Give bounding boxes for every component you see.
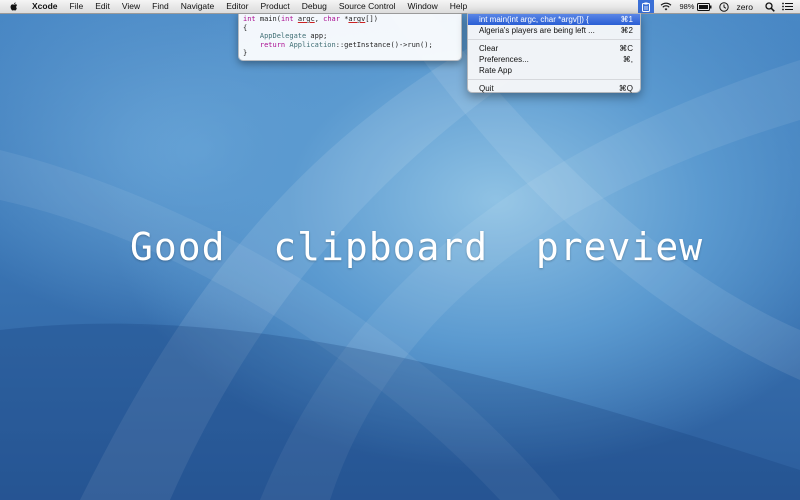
code-line: { xyxy=(243,23,248,32)
notification-center-button[interactable] xyxy=(782,0,793,13)
menu-window[interactable]: Window xyxy=(408,0,438,13)
clipboard-history-item[interactable]: int main(int argc, char *argv[]) { ⌘1 xyxy=(468,14,640,25)
code-line: return Application::getInstance()->run()… xyxy=(243,41,457,50)
spotlight-icon xyxy=(765,1,775,12)
spotlight-button[interactable] xyxy=(765,0,775,13)
menu-product[interactable]: Product xyxy=(260,0,289,13)
wifi-icon xyxy=(661,2,672,11)
time-machine-icon xyxy=(719,1,730,12)
clipboard-dropdown-menu: int main(int argc, char *argv[]) { ⌘1 Al… xyxy=(467,13,641,93)
code-line: int main(int argc, char *argv[]) xyxy=(243,15,457,24)
menu-edit[interactable]: Edit xyxy=(95,0,110,13)
preferences-label: Preferences... xyxy=(479,55,529,64)
menu-view[interactable]: View xyxy=(122,0,140,13)
battery-icon xyxy=(697,2,712,11)
clear-label: Clear xyxy=(479,44,499,53)
code-line-2-text: AppDelegate app; xyxy=(259,32,328,40)
menu-help[interactable]: Help xyxy=(450,0,467,13)
clipboard-menu-button[interactable] xyxy=(638,0,655,13)
menu-editor[interactable]: Editor xyxy=(226,0,248,13)
clipboard-item-label: int main(int argc, char *argv[]) { xyxy=(479,15,589,24)
menu-separator xyxy=(468,79,640,80)
menu-debug[interactable]: Debug xyxy=(302,0,327,13)
menu-app-name[interactable]: Xcode xyxy=(32,0,58,13)
quit-menu-item[interactable]: Quit ⌘Q xyxy=(468,83,640,94)
time-machine-status[interactable] xyxy=(719,0,730,13)
notification-list-icon xyxy=(782,2,793,11)
menu-separator xyxy=(468,39,640,40)
rate-app-menu-item[interactable]: Rate App xyxy=(468,65,640,76)
quit-label: Quit xyxy=(479,84,494,93)
menu-file[interactable]: File xyxy=(70,0,84,13)
code-line: } xyxy=(243,49,248,57)
clipboard-item-shortcut: ⌘2 xyxy=(620,26,633,35)
menu-bar: Xcode File Edit View Find Navigate Edito… xyxy=(0,0,800,14)
clipboard-code-preview: int main(int argc, char *argv[]) { AppDe… xyxy=(238,12,462,61)
wifi-status[interactable] xyxy=(660,0,672,13)
preferences-shortcut: ⌘, xyxy=(622,55,633,64)
tagline: Good clipboard preview xyxy=(130,225,704,269)
code-line-3-text: return Application::getInstance()->run()… xyxy=(259,40,433,49)
apple-icon[interactable] xyxy=(9,1,19,12)
preferences-menu-item[interactable]: Preferences... ⌘, xyxy=(468,54,640,65)
menu-bar-menus: Xcode File Edit View Find Navigate Edito… xyxy=(32,0,479,13)
clear-shortcut: ⌘C xyxy=(619,44,633,53)
clipboard-item-label: Algeria's players are being left ... xyxy=(479,26,595,35)
battery-status[interactable] xyxy=(697,0,712,13)
menu-find[interactable]: Find xyxy=(152,0,169,13)
battery-percent[interactable]: 98% xyxy=(679,0,694,13)
menu-source-control[interactable]: Source Control xyxy=(339,0,396,13)
code-line: AppDelegate app; xyxy=(243,32,457,41)
clipboard-history-item[interactable]: Algeria's players are being left ... ⌘2 xyxy=(468,25,640,36)
clear-menu-item[interactable]: Clear ⌘C xyxy=(468,43,640,54)
user-menu[interactable]: zero xyxy=(736,0,753,13)
menu-navigate[interactable]: Navigate xyxy=(181,0,215,13)
user-name: zero xyxy=(736,1,753,12)
status-bar: 98% zero xyxy=(638,0,800,13)
code-line-0-text: int main(int argc, char *argv[]) xyxy=(243,15,378,23)
clipboard-icon xyxy=(642,2,651,12)
quit-shortcut: ⌘Q xyxy=(618,84,633,93)
clipboard-item-shortcut: ⌘1 xyxy=(620,15,633,24)
rate-app-label: Rate App xyxy=(479,66,512,75)
